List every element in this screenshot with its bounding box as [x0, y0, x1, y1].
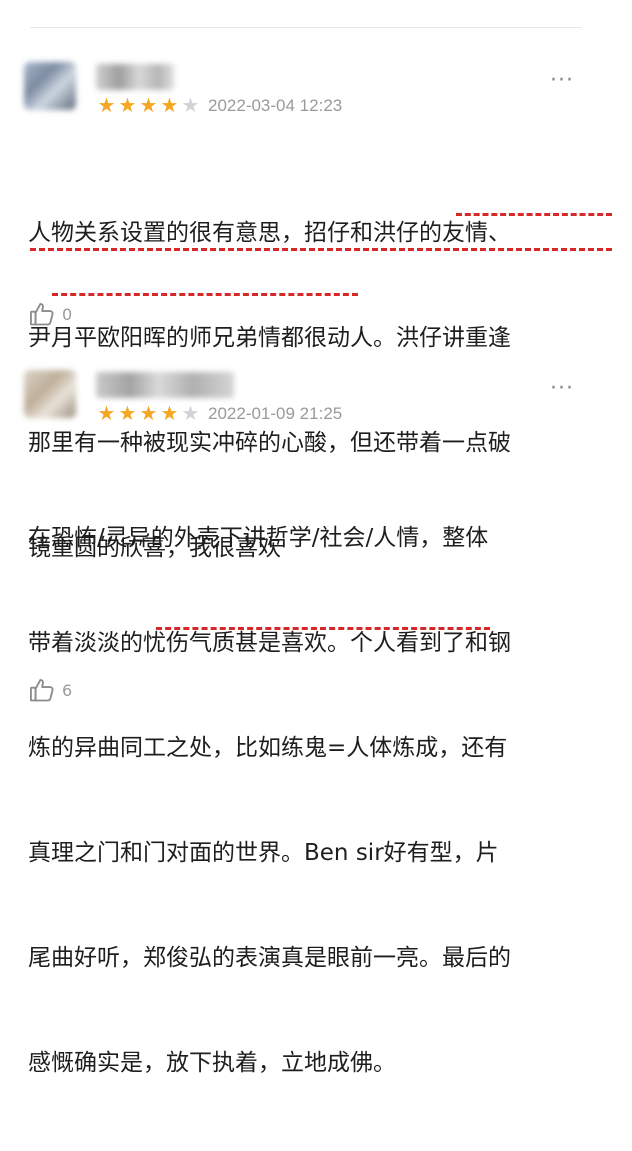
username-blurred[interactable]	[96, 64, 174, 90]
top-divider	[30, 27, 582, 28]
highlight-underline	[30, 248, 612, 251]
review-line: 真理之门和门对面的世界。Ben sir好有型，片	[28, 840, 499, 866]
review-line: 炼的异曲同工之处，比如练鬼=人体炼成，还有	[28, 735, 508, 761]
star-icon: ★	[139, 93, 158, 117]
star-icon: ★	[97, 401, 116, 425]
star-icon: ★	[139, 401, 158, 425]
highlight-underline	[456, 213, 612, 216]
star-icon: ★	[181, 401, 200, 425]
like-button[interactable]: 0	[28, 300, 72, 328]
like-count: 6	[62, 680, 73, 700]
star-icon: ★	[118, 93, 137, 117]
avatar[interactable]	[24, 370, 76, 418]
review-date: 2022-03-04 12:23	[208, 96, 343, 115]
star-icon: ★	[118, 401, 137, 425]
review-line: 带着淡淡的忧伤气质甚是喜欢。个人看到了和钢	[28, 630, 511, 656]
review-line: 人物关系设置的很有意思，招仔和洪仔的友情、	[28, 220, 511, 246]
username-blurred[interactable]	[96, 372, 234, 398]
avatar[interactable]	[24, 62, 76, 110]
review-date: 2022-01-09 21:25	[208, 404, 343, 423]
review-line: 尹月平欧阳晖的师兄弟情都很动人。洪仔讲重逢	[28, 325, 511, 351]
more-icon[interactable]: ···	[550, 70, 574, 92]
rating-stars: ★ ★ ★ ★ ★	[96, 95, 201, 115]
star-icon: ★	[97, 93, 116, 117]
more-icon[interactable]: ···	[550, 378, 574, 400]
thumbs-up-icon	[29, 679, 54, 702]
star-icon: ★	[160, 401, 179, 425]
thumbs-up-icon	[29, 303, 54, 326]
review-line: 尾曲好听，郑俊弘的表演真是眼前一亮。最后的	[28, 945, 511, 971]
review-line: 感慨确实是，放下执着，立地成佛。	[28, 1050, 396, 1076]
review-text: 在恐怖/灵异的外壳下讲哲学/社会/人情，整体 带着淡淡的忧伤气质甚是喜欢。个人看…	[28, 451, 618, 1151]
like-count: 0	[62, 304, 73, 324]
highlight-underline	[156, 627, 490, 630]
rating-stars: ★ ★ ★ ★ ★	[96, 403, 201, 423]
like-button[interactable]: 6	[28, 676, 72, 704]
star-icon: ★	[181, 93, 200, 117]
highlight-underline	[52, 293, 358, 296]
star-icon: ★	[160, 93, 179, 117]
review-line: 在恐怖/灵异的外壳下讲哲学/社会/人情，整体	[28, 525, 489, 551]
